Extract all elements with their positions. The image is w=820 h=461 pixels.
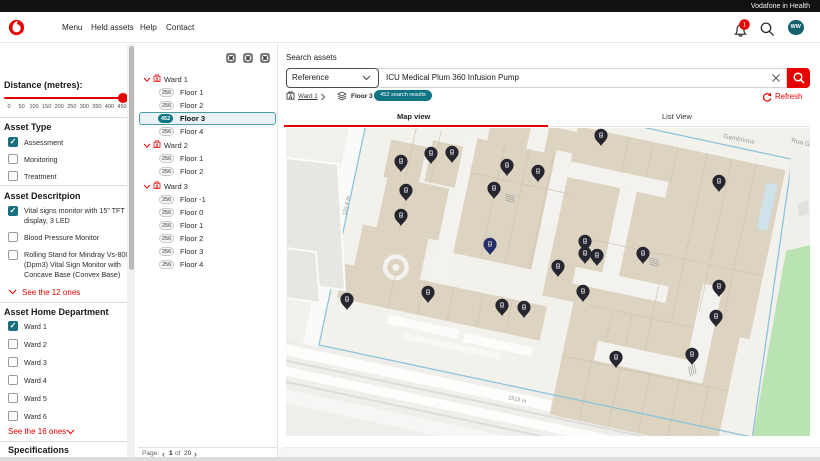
svg-text:1: 1 xyxy=(743,22,747,29)
